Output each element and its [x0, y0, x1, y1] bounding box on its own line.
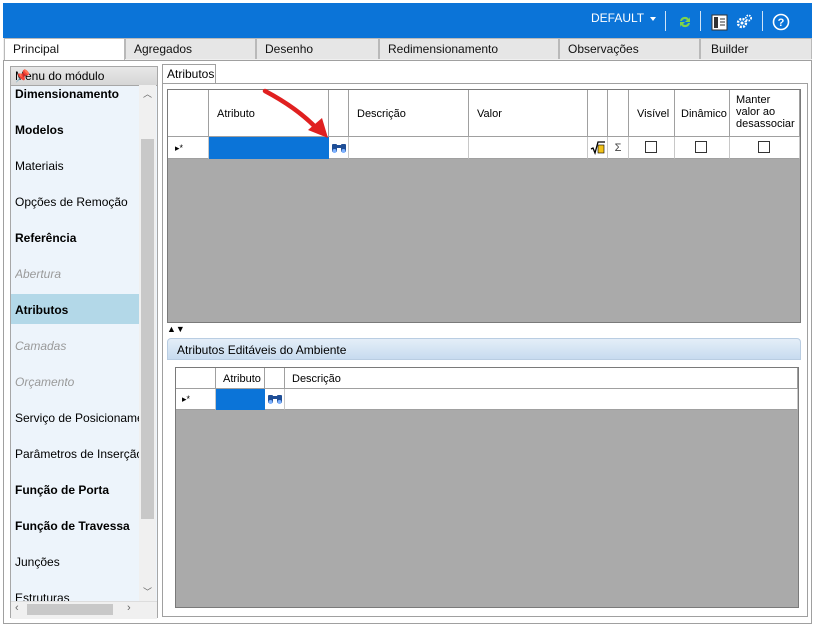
env-descricao-cell[interactable] — [285, 389, 798, 410]
tab-builder[interactable]: Builder — [700, 38, 812, 59]
sum-icon[interactable]: Σ — [608, 137, 629, 159]
row-header-corner — [168, 90, 209, 137]
tab-desenho[interactable]: Desenho — [256, 38, 379, 59]
menu-item-modelos[interactable]: Modelos — [15, 123, 139, 137]
scroll-up-icon[interactable]: ︿ — [143, 87, 152, 100]
manter-valor-cell — [730, 137, 800, 159]
splitter-handle-icon[interactable]: ▲▼ — [167, 324, 185, 334]
scroll-right-icon[interactable]: › — [127, 602, 131, 614]
menu-item-servico-posicionamento[interactable]: Serviço de Posicionamento — [15, 411, 139, 425]
menu-item-referencia[interactable]: Referência — [15, 231, 139, 245]
col-header-descricao[interactable]: Descrição — [285, 368, 798, 389]
col-header-valor[interactable]: Valor — [469, 90, 588, 137]
refresh-icon[interactable] — [675, 12, 695, 32]
tab-agregados[interactable]: Agregados — [125, 38, 256, 59]
toolbar-separator — [700, 11, 701, 31]
col-header-manter-valor[interactable]: Manter valor ao desassociar — [730, 90, 800, 137]
binoculars-icon — [268, 395, 282, 404]
dinamico-cell — [675, 137, 730, 159]
env-attributes-grid: Atributo Descrição ▸* — [175, 367, 799, 608]
descricao-cell[interactable] — [349, 137, 469, 159]
chevron-down-icon — [650, 16, 657, 21]
toolbar-separator — [665, 11, 666, 31]
settings-gears-icon[interactable] — [734, 12, 754, 32]
module-menu: Menu do módulo 📌 Dimensionamento Modelos… — [10, 66, 158, 619]
menu-hscroll-thumb[interactable] — [27, 604, 113, 615]
menu-scroll-thumb[interactable] — [141, 139, 154, 519]
menu-item-dimensionamento[interactable]: Dimensionamento — [15, 87, 139, 101]
binoculars-icon — [332, 144, 346, 153]
valor-cell[interactable] — [469, 137, 588, 159]
col-header-visivel[interactable]: Visível — [629, 90, 675, 137]
menu-item-funcao-travessa[interactable]: Função de Travessa — [15, 519, 139, 533]
env-atributo-cell-input[interactable] — [216, 389, 265, 410]
env-attributes-title: Atributos Editáveis do Ambiente — [177, 343, 347, 357]
tab-observacoes[interactable]: Observações — [559, 38, 700, 59]
menu-item-opcoes-remocao[interactable]: Opções de Remoção — [15, 195, 139, 209]
menu-item-abertura: Abertura — [15, 267, 62, 281]
dinamico-checkbox[interactable] — [695, 141, 707, 153]
menu-item-juncoes[interactable]: Junções — [15, 555, 139, 569]
col-header-descricao[interactable]: Descrição — [349, 90, 469, 137]
col-header-sum — [608, 90, 629, 137]
layout-panel-icon[interactable] — [709, 12, 729, 32]
profile-dropdown[interactable]: DEFAULT — [591, 11, 657, 25]
row-header-corner — [176, 368, 216, 389]
toolbar-separator — [762, 11, 763, 31]
new-row-indicator: ▸* — [176, 389, 216, 410]
profile-label: DEFAULT — [591, 11, 645, 25]
help-icon[interactable]: ? — [771, 12, 791, 32]
visivel-checkbox[interactable] — [645, 141, 657, 153]
col-header-dinamico[interactable]: Dinâmico — [675, 90, 730, 137]
module-menu-header: Menu do módulo 📌 — [11, 67, 157, 86]
env-search-attribute-button[interactable] — [265, 389, 285, 410]
col-header-atributo[interactable]: Atributo — [216, 368, 265, 389]
annotation-arrow-icon — [262, 88, 328, 138]
menu-item-atributos[interactable]: Atributos — [15, 303, 139, 317]
menu-item-materiais[interactable]: Materiais — [15, 159, 139, 173]
pin-icon[interactable]: 📌 — [15, 69, 151, 83]
new-row-indicator: ▸* — [168, 137, 209, 159]
manter-valor-checkbox[interactable] — [758, 141, 770, 153]
tab-redimensionamento[interactable]: Redimensionamento — [379, 38, 559, 59]
svg-text:?: ? — [778, 17, 785, 29]
formula-button[interactable] — [588, 137, 608, 159]
tab-atributos[interactable]: Atributos — [162, 64, 216, 84]
scroll-down-icon[interactable]: ﹀ — [143, 585, 152, 598]
menu-item-camadas: Camadas — [15, 339, 67, 353]
env-attributes-header: Atributos Editáveis do Ambiente — [167, 338, 801, 360]
visivel-cell — [629, 137, 675, 159]
col-header-formula — [588, 90, 608, 137]
col-header-search — [265, 368, 285, 389]
menu-item-parametros-insercao[interactable]: Parâmetros de Inserção — [15, 447, 139, 461]
tab-principal[interactable]: Principal — [4, 38, 125, 61]
menu-item-orcamento: Orçamento — [15, 375, 75, 389]
menu-item-funcao-porta[interactable]: Função de Porta — [15, 483, 139, 497]
square-root-formula-icon — [590, 141, 605, 155]
scroll-left-icon[interactable]: ‹ — [15, 602, 19, 614]
top-toolbar: DEFAULT ? — [3, 3, 812, 38]
main-tabs: Principal Agregados Desenho Redimensiona… — [3, 38, 812, 61]
